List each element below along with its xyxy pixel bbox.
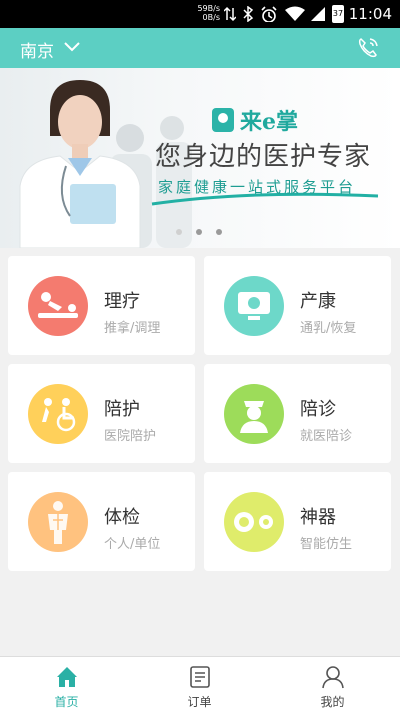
nurse-icon [224, 384, 284, 444]
battery-level: 37 [332, 9, 344, 18]
city-selector[interactable]: 南京 [20, 37, 54, 62]
user-icon [322, 666, 344, 689]
alarm-icon [261, 6, 277, 22]
tab-label: 我的 [320, 695, 345, 709]
tab-label: 首页 [54, 695, 79, 709]
service-subtitle: 推拿/调理 [104, 321, 161, 336]
service-title: 理疗 [104, 291, 140, 312]
service-subtitle: 就医陪诊 [300, 429, 353, 444]
service-card-hospital-care[interactable]: 陪护 医院陪护 [8, 364, 195, 463]
service-card-postpartum[interactable]: 产康 通乳/恢复 [204, 256, 391, 355]
device-icon [224, 492, 284, 552]
service-card-escort[interactable]: 陪诊 就医陪诊 [204, 364, 391, 463]
brand: 来e掌 [212, 104, 298, 136]
service-title: 神器 [300, 507, 336, 528]
service-title: 体检 [104, 507, 140, 528]
brand-logo-icon [212, 108, 234, 132]
phone-icon[interactable] [356, 36, 380, 60]
banner-tagline: 家庭健康一站式服务平台 [158, 178, 357, 196]
bluetooth-icon [243, 6, 254, 22]
service-subtitle: 通乳/恢复 [300, 321, 357, 336]
service-subtitle: 医院陪护 [104, 429, 157, 444]
wheelchair-icon [28, 384, 88, 444]
body-scan-icon [28, 492, 88, 552]
tab-label: 订单 [187, 695, 212, 709]
carousel-dot[interactable] [216, 229, 222, 235]
signal-icon [311, 7, 325, 21]
net-down: 0B/s [202, 13, 220, 22]
maternity-icon [224, 276, 284, 336]
home-icon [57, 667, 77, 687]
service-title: 陪诊 [300, 399, 336, 420]
service-title: 陪护 [104, 399, 140, 420]
doctor-image [19, 80, 141, 248]
network-speed: 59B/s 0B/s [190, 4, 220, 22]
service-card-gadgets[interactable]: 神器 智能仿生 [204, 472, 391, 571]
carousel-dot[interactable] [196, 229, 202, 235]
banner-slogan: 您身边的医护专家 [155, 142, 372, 172]
tab-orders[interactable]: 订单 [133, 657, 266, 711]
massage-icon [28, 276, 88, 336]
data-transfer-icon [224, 6, 236, 22]
tab-home[interactable]: 首页 [0, 657, 133, 711]
service-subtitle: 智能仿生 [300, 537, 353, 552]
clock: 11:04 [348, 5, 392, 23]
order-list-icon [190, 666, 210, 688]
service-title: 产康 [300, 291, 336, 312]
service-card-physiotherapy[interactable]: 理疗 推拿/调理 [8, 256, 195, 355]
wifi-icon [285, 6, 305, 21]
service-subtitle: 个人/单位 [104, 537, 161, 552]
battery-icon: 37 [332, 5, 344, 23]
brand-name: 来e掌 [240, 109, 298, 135]
carousel-dot[interactable] [176, 229, 182, 235]
service-card-checkup[interactable]: 体检 个人/单位 [8, 472, 195, 571]
net-up: 59B/s [197, 4, 220, 13]
chevron-down-icon[interactable] [64, 42, 80, 52]
app-header: 南京 [0, 28, 400, 68]
status-bar: 59B/s 0B/s 37 11:04 [0, 0, 400, 28]
bottom-nav: 首页 订单 我的 [0, 656, 400, 711]
promo-banner[interactable]: 来e掌 您身边的医护专家 家庭健康一站式服务平台 [0, 68, 400, 248]
tab-profile[interactable]: 我的 [266, 657, 399, 711]
